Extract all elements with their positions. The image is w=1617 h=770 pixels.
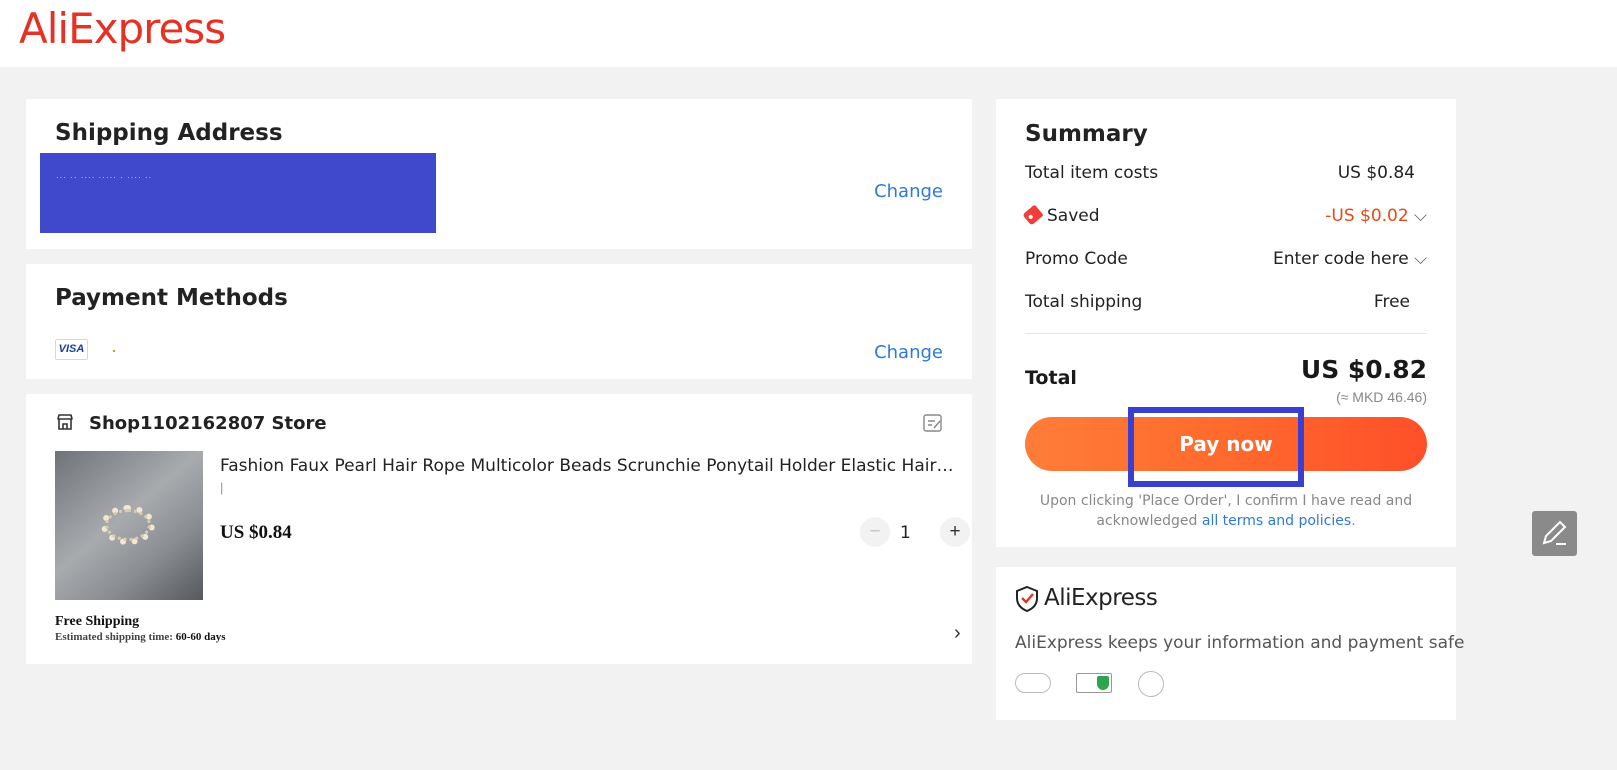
consent-text: Upon clicking 'Place Order', I confirm I…: [1025, 491, 1427, 531]
shipping-time-label: Estimated shipping time:: [55, 631, 176, 643]
product-image[interactable]: [55, 451, 203, 600]
aliexpress-logo[interactable]: AliExpress: [19, 4, 226, 53]
total-shipping-value: Free: [1373, 292, 1410, 312]
item-costs-row: Total item costs US $0.84: [1025, 163, 1427, 183]
product-sku: |: [220, 480, 224, 495]
quantity-increase-button[interactable]: +: [940, 517, 970, 547]
shipping-method-title: Free Shipping: [55, 614, 140, 629]
summary-divider: [1025, 333, 1427, 334]
product-title[interactable]: Fashion Faux Pearl Hair Rope Multicolor …: [220, 456, 962, 476]
pay-now-highlight-box: [1128, 407, 1304, 487]
shipping-time-value: 60-60 days: [175, 631, 226, 643]
total-label: Total: [1025, 367, 1077, 389]
product-image-scrunchie-inner: [105, 509, 151, 541]
summary-title: Summary: [1025, 121, 1148, 147]
promo-code-value-wrap[interactable]: Enter code here ⌵: [1273, 249, 1427, 269]
summary-card: Summary Total item costs US $0.84 Saved …: [996, 99, 1456, 547]
visa-card-icon: VISA: [55, 339, 88, 360]
security-badge-2-shield-icon: [1097, 676, 1109, 690]
card-number-redacted: [113, 350, 115, 352]
saved-value-wrap: -US $0.02 ⌵: [1325, 206, 1427, 226]
security-badge-3-icon: [1138, 671, 1164, 697]
total-shipping-row: Total shipping Free: [1025, 292, 1427, 312]
store-name[interactable]: Shop1102162807 Store: [89, 413, 327, 434]
change-payment-link[interactable]: Change: [874, 342, 943, 363]
promo-code-row[interactable]: Promo Code Enter code here ⌵: [1025, 249, 1427, 269]
item-costs-label: Total item costs: [1025, 163, 1159, 183]
safety-card: AliExpress AliExpress keeps your informa…: [996, 567, 1464, 720]
payment-methods-card: Payment Methods VISA Change: [26, 264, 972, 379]
shipping-address-card: Shipping Address ··· ·· ···· ····· · ···…: [26, 99, 972, 249]
quantity-decrease-button[interactable]: −: [860, 517, 890, 547]
change-address-link[interactable]: Change: [874, 181, 943, 202]
address-redacted: ··· ·· ···· ····· · ···· ··: [40, 153, 436, 233]
shipping-time: Estimated shipping time: 60-60 days: [55, 631, 226, 643]
order-item-card: Shop1102162807 Store Fashion Faux Pearl …: [26, 394, 972, 664]
promo-chevron-down-icon[interactable]: ⌵: [1414, 249, 1427, 269]
security-badge-2-icon: [1076, 673, 1112, 693]
shipping-address-title: Shipping Address: [55, 120, 283, 146]
shipping-options-chevron-icon[interactable]: ›: [954, 622, 961, 645]
promo-code-input[interactable]: Enter code here: [1273, 249, 1409, 269]
saved-chevron-down-icon[interactable]: ⌵: [1414, 206, 1427, 226]
quantity-value: 1: [900, 523, 911, 543]
product-price: US $0.84: [220, 522, 292, 543]
consent-end: .: [1351, 513, 1356, 529]
add-note-icon[interactable]: [922, 412, 944, 434]
promo-code-label: Promo Code: [1025, 249, 1128, 269]
safety-brand: AliExpress: [1044, 585, 1158, 611]
feedback-edit-button[interactable]: [1532, 511, 1577, 556]
terms-and-policies-link[interactable]: all terms and policies: [1202, 513, 1351, 529]
total-converted: (≈ MKD 46.46): [1336, 389, 1427, 405]
address-redacted-text: ··· ·· ···· ····· · ···· ··: [56, 173, 153, 182]
total-shipping-label: Total shipping: [1025, 292, 1143, 312]
store-icon: [57, 414, 73, 430]
top-bar: AliExpress: [0, 0, 1617, 67]
saved-label: Saved: [1047, 206, 1100, 226]
security-badge-1-icon: [1015, 673, 1051, 693]
saved-row[interactable]: Saved -US $0.02 ⌵: [1022, 204, 1427, 226]
saved-value: -US $0.02: [1325, 206, 1409, 226]
total-value: US $0.82: [1300, 355, 1427, 384]
shield-check-icon: [1016, 585, 1038, 613]
safety-text: AliExpress keeps your information and pa…: [1015, 633, 1465, 653]
coupon-tag-icon: [1022, 204, 1044, 226]
item-costs-value: US $0.84: [1337, 163, 1415, 183]
pencil-icon: [1542, 520, 1567, 545]
payment-methods-title: Payment Methods: [55, 285, 288, 311]
